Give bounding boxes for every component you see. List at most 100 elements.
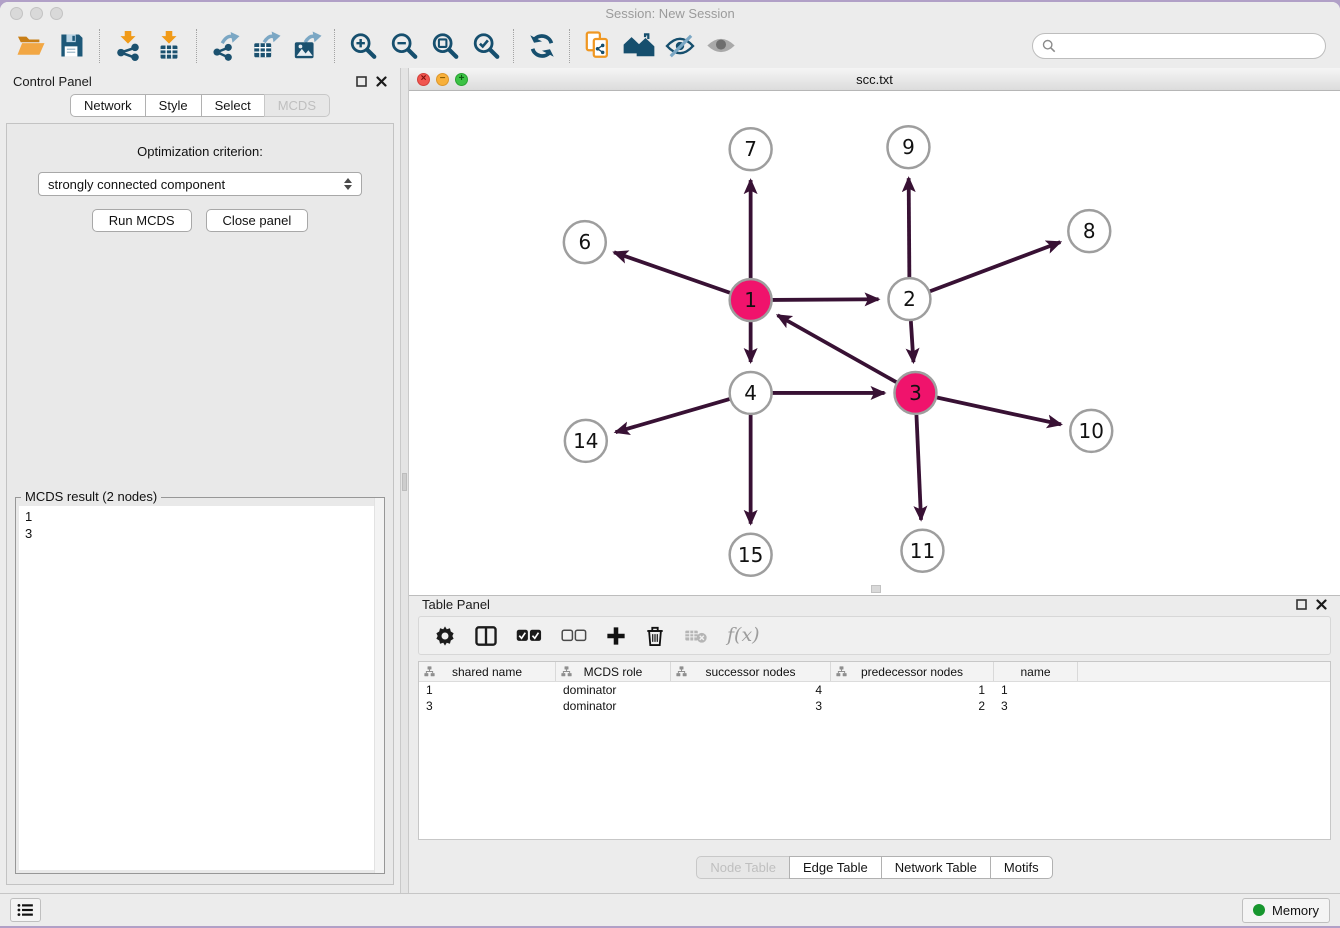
column-header-mcds-role[interactable]: MCDS role	[556, 662, 671, 681]
float-panel-icon[interactable]	[356, 76, 367, 87]
memory-status-icon	[1253, 904, 1265, 916]
column-header-name[interactable]: name	[994, 662, 1078, 681]
export-table-button[interactable]	[245, 27, 286, 65]
node-3[interactable]: 3	[894, 372, 936, 414]
table-row[interactable]: 3dominator323	[419, 698, 1330, 714]
column-header-shared-name[interactable]: shared name	[419, 662, 556, 681]
mcds-documents-icon	[584, 31, 612, 61]
show-all-button[interactable]	[700, 27, 741, 65]
node-2[interactable]: 2	[888, 278, 930, 320]
open-session-button[interactable]	[10, 27, 51, 65]
edge-3-10[interactable]	[937, 398, 1061, 425]
table-settings-button[interactable]	[434, 625, 456, 647]
edge-1-2[interactable]	[773, 299, 879, 300]
table-panel-title: Table Panel	[422, 597, 490, 612]
network-view-window: scc.txt × − + 7968124314101511	[409, 68, 1340, 595]
node-15[interactable]: 15	[730, 534, 772, 576]
node-8[interactable]: 8	[1068, 210, 1110, 252]
network-zoom-icon[interactable]: +	[455, 73, 468, 86]
node-14[interactable]: 14	[565, 420, 607, 462]
canvas-splitter-handle[interactable]	[871, 585, 881, 593]
node-9[interactable]: 9	[887, 126, 929, 168]
delete-table-button[interactable]	[684, 628, 708, 644]
table-tab-network-table[interactable]: Network Table	[881, 856, 991, 879]
node-table: shared name MCDS role successor nodesprede…	[418, 661, 1331, 840]
node-6[interactable]: 6	[564, 221, 606, 263]
table-tab-edge-table[interactable]: Edge Table	[789, 856, 882, 879]
edge-3-11[interactable]	[916, 415, 921, 520]
result-scrollbar[interactable]	[374, 498, 384, 873]
import-network-button[interactable]	[107, 27, 148, 65]
zoom-selected-button[interactable]	[465, 27, 506, 65]
close-panel-icon[interactable]	[376, 76, 387, 87]
network-minimize-icon[interactable]: −	[436, 73, 449, 86]
run-mcds-button[interactable]: Run MCDS	[92, 209, 192, 232]
export-image-icon	[292, 31, 322, 61]
columns-icon	[475, 626, 497, 646]
node-4[interactable]: 4	[730, 372, 772, 414]
control-tab-network[interactable]: Network	[70, 94, 146, 117]
mcds-result-group: MCDS result (2 nodes) 13	[15, 497, 385, 874]
column-header-predecessor-nodes[interactable]: predecessor nodes	[831, 662, 994, 681]
network-close-icon[interactable]: ×	[417, 73, 430, 86]
export-network-icon	[210, 31, 240, 61]
column-header-successor-nodes[interactable]: successor nodes	[671, 662, 831, 681]
node-11[interactable]: 11	[901, 530, 943, 572]
refresh-button[interactable]	[521, 27, 562, 65]
panel-splitter[interactable]	[400, 68, 409, 893]
zoom-out-button[interactable]	[383, 27, 424, 65]
task-history-button[interactable]	[10, 898, 41, 922]
edge-2-9[interactable]	[909, 178, 910, 277]
table-body: 1dominator4113dominator323	[419, 682, 1330, 714]
export-image-button[interactable]	[286, 27, 327, 65]
close-panel-button[interactable]: Close panel	[206, 209, 309, 232]
svg-text:8: 8	[1083, 219, 1096, 243]
edge-2-8[interactable]	[930, 242, 1060, 291]
zoom-fit-button[interactable]	[424, 27, 465, 65]
column-layout-button[interactable]	[475, 626, 497, 646]
memory-button[interactable]: Memory	[1242, 898, 1330, 923]
delete-column-button[interactable]	[645, 625, 665, 647]
node-7[interactable]: 7	[730, 128, 772, 170]
edge-2-3[interactable]	[911, 321, 914, 362]
add-column-button[interactable]	[606, 626, 626, 646]
network-canvas[interactable]: 7 9 6 8 1 2 4 3 14 10 15 11	[409, 91, 1340, 595]
cell-shared_name: 3	[419, 699, 556, 713]
column-label: name	[1020, 665, 1050, 679]
table-row[interactable]: 1dominator411	[419, 682, 1330, 698]
float-table-panel-icon[interactable]	[1296, 599, 1307, 610]
control-tab-select[interactable]: Select	[201, 94, 265, 117]
delete-table-icon	[684, 628, 708, 644]
splitter-handle[interactable]	[402, 473, 407, 491]
select-all-columns-button[interactable]	[516, 629, 542, 642]
control-tab-style[interactable]: Style	[145, 94, 202, 117]
table-tab-node-table[interactable]: Node Table	[696, 856, 790, 879]
table-panel: Table Panel	[409, 595, 1340, 893]
deselect-all-columns-button[interactable]	[561, 629, 587, 642]
plus-icon	[606, 626, 626, 646]
edge-4-14[interactable]	[616, 399, 730, 432]
refresh-icon	[527, 31, 557, 61]
hide-selected-button[interactable]	[659, 27, 700, 65]
mcds-app-button[interactable]	[577, 27, 618, 65]
table-tab-motifs[interactable]: Motifs	[990, 856, 1053, 879]
search-input[interactable]	[1061, 37, 1316, 54]
close-table-panel-icon[interactable]	[1316, 599, 1327, 610]
function-builder-button[interactable]: f(x)	[727, 626, 760, 645]
cell-successor_nodes: 4	[671, 683, 831, 697]
network-graph: 7 9 6 8 1 2 4 3 14 10 15 11	[409, 91, 1340, 595]
save-session-button[interactable]	[51, 27, 92, 65]
edge-1-6[interactable]	[614, 252, 730, 292]
criterion-dropdown[interactable]: strongly connected component	[38, 172, 362, 196]
edge-3-1[interactable]	[778, 315, 897, 382]
node-10[interactable]: 10	[1070, 410, 1112, 452]
column-label: MCDS role	[584, 665, 643, 679]
control-tab-mcds[interactable]: MCDS	[264, 94, 330, 117]
import-table-button[interactable]	[148, 27, 189, 65]
table-toolbar: f(x)	[418, 616, 1331, 655]
node-1[interactable]: 1	[730, 279, 772, 321]
status-bar: Memory	[0, 893, 1340, 926]
apply-layout-button[interactable]	[618, 27, 659, 65]
zoom-in-button[interactable]	[342, 27, 383, 65]
export-network-button[interactable]	[204, 27, 245, 65]
